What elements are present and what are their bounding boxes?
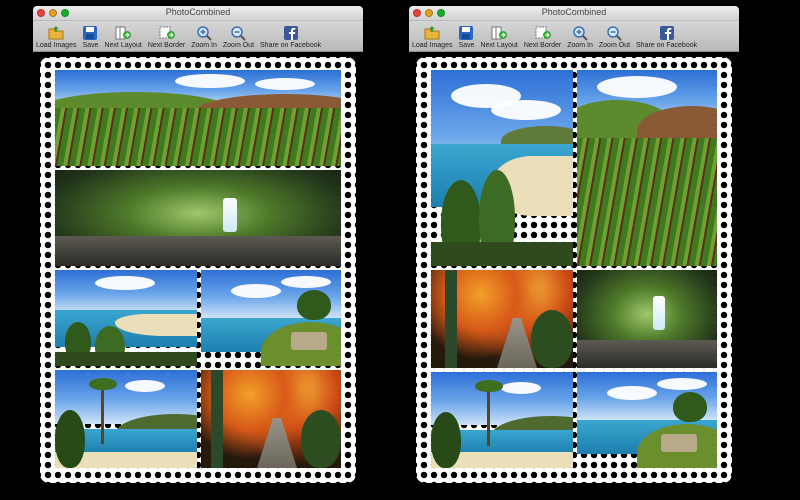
- next-border-label: Next Border: [147, 42, 186, 49]
- zoom-out-button[interactable]: Zoom Out: [599, 25, 630, 51]
- collage-photo-palm-beach[interactable]: [55, 370, 197, 468]
- zoom-in-button[interactable]: Zoom In: [567, 25, 593, 51]
- zoom-out-icon: [607, 26, 623, 41]
- save-label: Save: [82, 42, 99, 49]
- title-bar[interactable]: PhotoCombined: [33, 6, 363, 21]
- zoom-out-button[interactable]: Zoom Out: [223, 25, 254, 51]
- zoom-in-icon: [573, 26, 588, 41]
- app-window-left: PhotoCombined Load Images Save Next Layo…: [33, 6, 363, 500]
- collage-canvas: [33, 52, 363, 500]
- next-layout-icon: [491, 26, 508, 40]
- zoom-in-label: Zoom In: [191, 42, 217, 49]
- next-border-icon: [535, 26, 551, 39]
- load-images-label: Load Images: [36, 42, 77, 49]
- facebook-icon: [659, 26, 674, 40]
- next-layout-button[interactable]: Next Layout: [104, 25, 142, 51]
- next-layout-button[interactable]: Next Layout: [480, 25, 518, 51]
- next-layout-label: Next Layout: [480, 42, 518, 49]
- load-images-button[interactable]: Load Images: [36, 25, 76, 51]
- collage-photo-beach[interactable]: [431, 70, 573, 266]
- folder-icon: [424, 26, 440, 40]
- zoom-out-label: Zoom Out: [222, 42, 255, 49]
- window-title: PhotoCombined: [165, 7, 231, 17]
- zoom-out-icon: [231, 26, 247, 41]
- collage-photo-bench-lake[interactable]: [577, 372, 717, 468]
- collage-photo-palm-beach[interactable]: [431, 372, 573, 468]
- load-images-label: Load Images: [412, 42, 453, 49]
- load-images-button[interactable]: Load Images: [412, 25, 452, 51]
- next-layout-icon: [115, 26, 132, 40]
- folder-icon: [48, 26, 64, 40]
- toolbar: Load Images Save Next Layout Next Border…: [33, 21, 363, 52]
- collage-photo-autumn-path[interactable]: [431, 270, 573, 368]
- collage-photo-bench-lake[interactable]: [201, 270, 341, 366]
- collage-photo-beach[interactable]: [55, 270, 197, 366]
- zoom-in-button[interactable]: Zoom In: [191, 25, 217, 51]
- save-label: Save: [458, 42, 475, 49]
- share-facebook-label: Share on Facebook: [636, 42, 698, 49]
- collage-photo-waterfall[interactable]: [577, 270, 717, 368]
- save-icon: [83, 26, 98, 40]
- next-border-button[interactable]: Next Border: [524, 25, 561, 51]
- share-facebook-label: Share on Facebook: [260, 42, 322, 49]
- zoom-in-label: Zoom In: [567, 42, 593, 49]
- collage-photo-autumn-path[interactable]: [201, 370, 341, 468]
- app-window-right: PhotoCombined Load Images Save Next Layo…: [409, 6, 739, 500]
- collage-photo-vineyard[interactable]: [55, 70, 341, 166]
- collage-photo-waterfall[interactable]: [55, 170, 341, 266]
- zoom-out-label: Zoom Out: [598, 42, 631, 49]
- save-button[interactable]: Save: [458, 25, 474, 51]
- next-layout-label: Next Layout: [104, 42, 142, 49]
- stamp-border-frame: [419, 60, 729, 480]
- toolbar: Load Images Save Next Layout Next Border…: [409, 21, 739, 52]
- next-border-icon: [159, 26, 175, 39]
- share-facebook-button[interactable]: Share on Facebook: [636, 25, 697, 51]
- window-title: PhotoCombined: [541, 7, 607, 17]
- title-bar[interactable]: PhotoCombined: [409, 6, 739, 21]
- next-border-label: Next Border: [523, 42, 562, 49]
- save-button[interactable]: Save: [82, 25, 98, 51]
- next-border-button[interactable]: Next Border: [148, 25, 185, 51]
- facebook-icon: [283, 26, 298, 40]
- stamp-border-frame: [43, 60, 353, 480]
- save-icon: [459, 26, 474, 40]
- share-facebook-button[interactable]: Share on Facebook: [260, 25, 321, 51]
- collage-canvas: [409, 52, 739, 500]
- zoom-in-icon: [197, 26, 212, 41]
- collage-photo-vineyard[interactable]: [577, 70, 717, 266]
